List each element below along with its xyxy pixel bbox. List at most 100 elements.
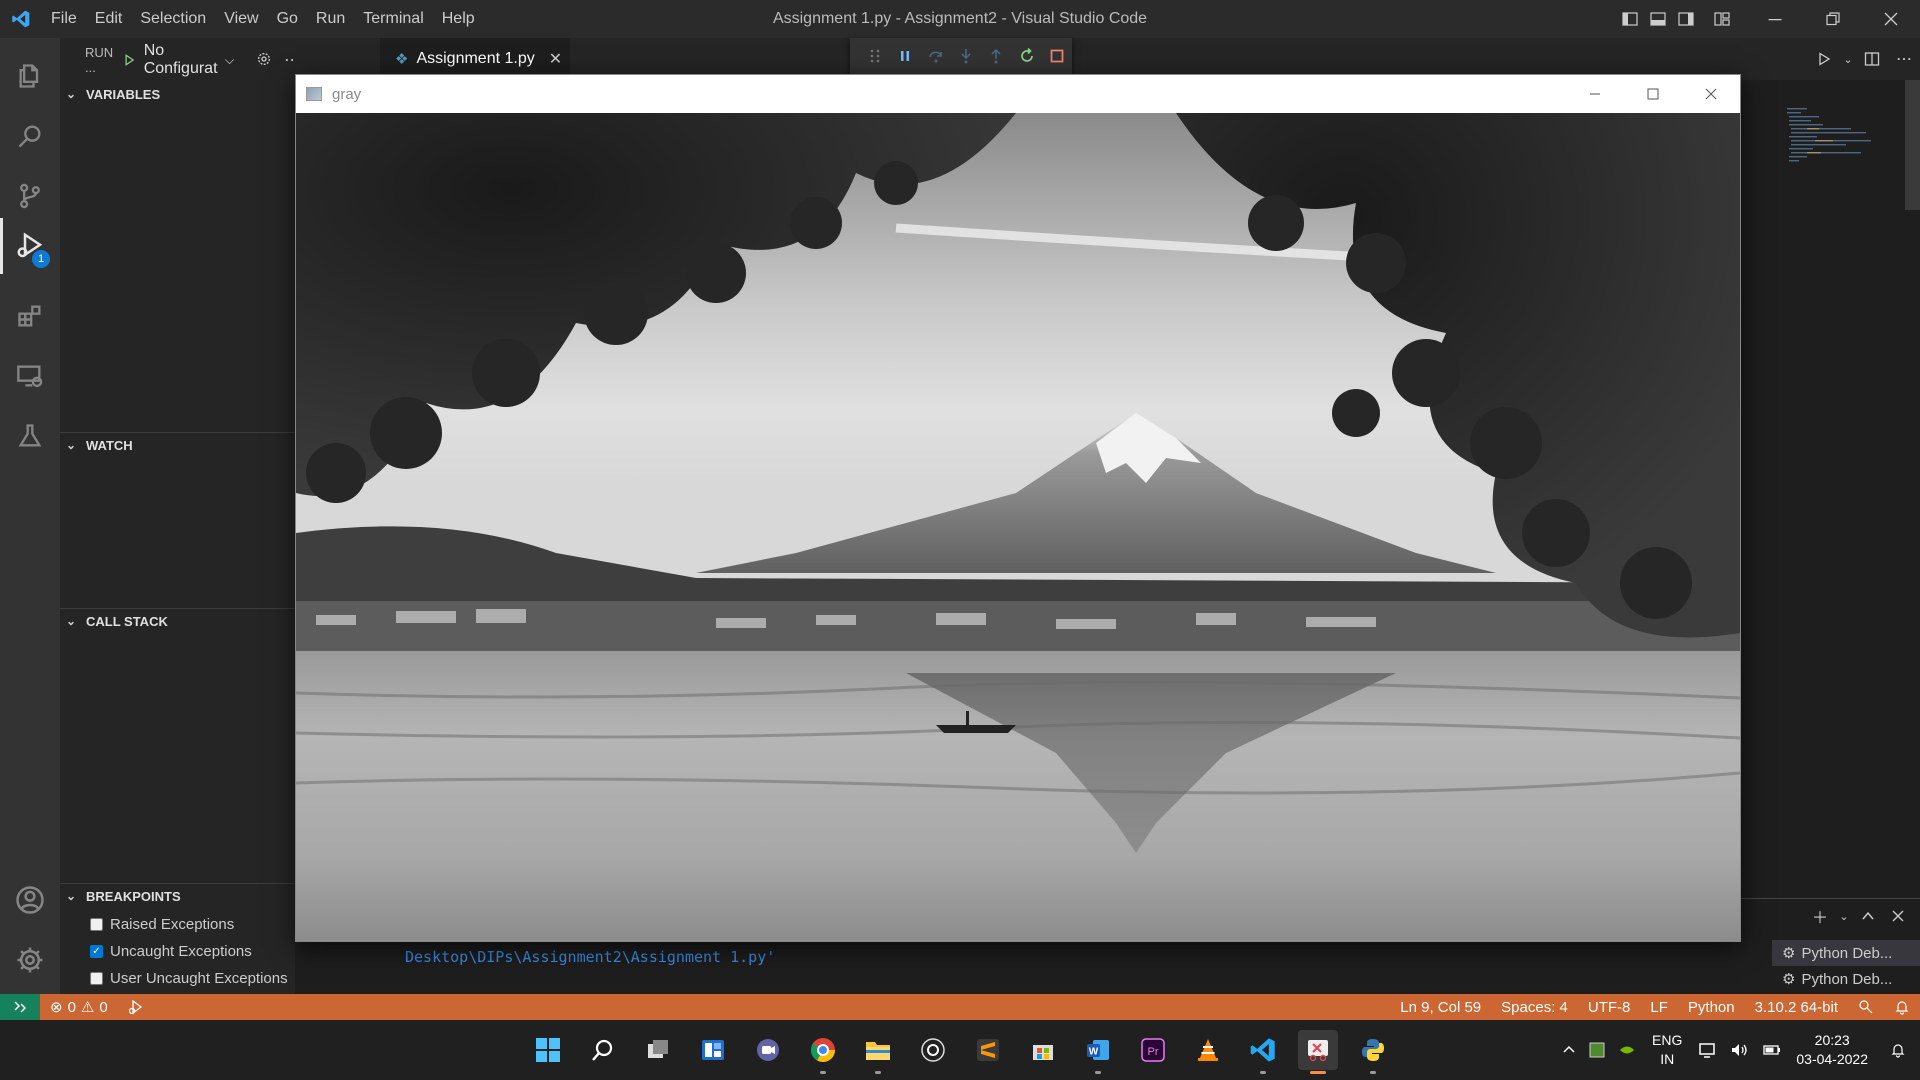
checkbox-checked[interactable]: ✓: [90, 944, 103, 958]
maximize-button[interactable]: [1624, 75, 1682, 113]
accounts-icon[interactable]: [0, 870, 60, 930]
snipping-tool-icon[interactable]: [1298, 1030, 1338, 1074]
vscode-icon[interactable]: [1243, 1030, 1283, 1074]
debug-status-icon[interactable]: [118, 999, 154, 1015]
breakpoint-uncaught-exceptions[interactable]: ✓ Uncaught Exceptions: [90, 939, 252, 963]
sublime-text-icon[interactable]: [968, 1030, 1008, 1070]
menu-selection[interactable]: Selection: [131, 0, 215, 38]
network-icon[interactable]: [1692, 1041, 1724, 1059]
remote-indicator-icon[interactable]: [0, 994, 40, 1020]
obs-icon[interactable]: [913, 1030, 953, 1070]
minimize-button[interactable]: ─: [1746, 0, 1804, 38]
python-icon[interactable]: [1353, 1030, 1393, 1074]
task-view-icon[interactable]: [638, 1030, 678, 1070]
clock[interactable]: 20:23 03-04-2022: [1788, 1031, 1884, 1069]
language-mode[interactable]: Python: [1678, 999, 1745, 1016]
testing-icon[interactable]: [0, 406, 60, 466]
battery-icon[interactable]: [1756, 1041, 1788, 1059]
terminal-tab[interactable]: ⚙ Python Deb...: [1772, 966, 1920, 992]
maximize-panel-icon[interactable]: [1856, 904, 1880, 928]
terminal-list: ⚙ Python Deb... ⚙ Python Deb...: [1772, 940, 1920, 992]
call-stack-section-header[interactable]: ⌄ CALL STACK: [60, 609, 295, 633]
remote-explorer-icon[interactable]: [0, 346, 60, 406]
notification-center-icon[interactable]: [1884, 1042, 1920, 1058]
watch-section-header[interactable]: ⌄ WATCH: [60, 433, 295, 457]
close-button[interactable]: [1862, 0, 1920, 38]
step-over-icon[interactable]: [921, 38, 951, 74]
run-debug-icon[interactable]: [0, 216, 60, 276]
explorer-icon[interactable]: [0, 46, 60, 106]
chevron-down-icon[interactable]: ⌄: [1838, 904, 1850, 928]
start-debugging-icon[interactable]: [123, 52, 136, 68]
teams-chat-icon[interactable]: [748, 1030, 788, 1070]
search-icon[interactable]: [583, 1030, 623, 1070]
input-language-indicator[interactable]: ENG IN: [1642, 1031, 1692, 1069]
widgets-icon[interactable]: [693, 1030, 733, 1070]
chevron-down-icon[interactable]: ⌄: [1840, 38, 1856, 80]
terminal-tab[interactable]: ⚙ Python Deb...: [1772, 940, 1920, 966]
configuration-select[interactable]: No Configurat ⌵: [123, 42, 234, 78]
menu-help[interactable]: Help: [433, 0, 484, 38]
breakpoints-section-header[interactable]: ⌄ BREAKPOINTS: [60, 884, 295, 908]
breakpoint-raised-exceptions[interactable]: Raised Exceptions: [90, 912, 234, 936]
pause-icon[interactable]: [890, 38, 920, 74]
close-tab-icon[interactable]: ✕: [549, 49, 562, 69]
manage-gear-icon[interactable]: [0, 930, 60, 990]
customize-layout-icon[interactable]: [1708, 0, 1736, 38]
minimize-button[interactable]: [1566, 75, 1624, 113]
problems-indicator[interactable]: ⊗ 0 ⚠ 0: [40, 998, 118, 1017]
windows-start-icon[interactable]: [528, 1030, 568, 1070]
step-into-icon[interactable]: [951, 38, 981, 74]
feedback-icon[interactable]: [1848, 999, 1884, 1015]
notifications-bell-icon[interactable]: [1884, 999, 1920, 1015]
premiere-pro-icon[interactable]: Pr: [1133, 1030, 1173, 1070]
minimap-slider[interactable]: [1905, 80, 1920, 210]
variables-section-header[interactable]: ⌄ VARIABLES: [60, 82, 295, 106]
cursor-position[interactable]: Ln 9, Col 59: [1390, 999, 1491, 1016]
word-icon[interactable]: W: [1078, 1030, 1118, 1074]
menu-edit[interactable]: Edit: [86, 0, 132, 38]
chrome-icon[interactable]: [803, 1030, 843, 1074]
indentation[interactable]: Spaces: 4: [1491, 999, 1578, 1016]
search-icon[interactable]: [0, 106, 60, 166]
debug-settings-gear-icon[interactable]: [256, 51, 272, 70]
breakpoint-user-uncaught-exceptions[interactable]: User Uncaught Exceptions: [90, 966, 288, 990]
close-button[interactable]: [1682, 75, 1740, 113]
nvidia-icon[interactable]: [1612, 1041, 1642, 1059]
volume-icon[interactable]: [1724, 1041, 1756, 1059]
show-hidden-icons-chevron-icon[interactable]: [1556, 1043, 1582, 1057]
menu-terminal[interactable]: Terminal: [354, 0, 432, 38]
menu-go[interactable]: Go: [268, 0, 307, 38]
split-editor-icon[interactable]: [1856, 38, 1888, 80]
vlc-icon[interactable]: [1188, 1030, 1228, 1070]
image-window-titlebar[interactable]: gray: [296, 75, 1740, 113]
checkbox[interactable]: [90, 917, 103, 931]
close-panel-icon[interactable]: [1886, 904, 1910, 928]
extensions-icon[interactable]: [0, 286, 60, 346]
running-indicator: [820, 1071, 826, 1074]
step-out-icon[interactable]: [981, 38, 1011, 74]
menu-run[interactable]: Run: [307, 0, 354, 38]
more-actions-icon[interactable]: ⋯: [1888, 38, 1920, 80]
end-of-line[interactable]: LF: [1640, 999, 1678, 1016]
gpu-tray-icon[interactable]: [1582, 1041, 1612, 1059]
encoding[interactable]: UTF-8: [1578, 999, 1641, 1016]
python-interpreter[interactable]: 3.10.2 64-bit: [1745, 999, 1848, 1016]
stop-icon[interactable]: [1042, 38, 1072, 74]
new-terminal-icon[interactable]: ＋: [1808, 904, 1832, 928]
minimap[interactable]: [1785, 106, 1905, 176]
layout-sidebar-right-icon[interactable]: [1672, 0, 1700, 38]
drag-handle-icon[interactable]: [860, 38, 890, 74]
microsoft-store-icon[interactable]: [1023, 1030, 1063, 1070]
menu-view[interactable]: View: [215, 0, 267, 38]
menu-file[interactable]: File: [42, 0, 86, 38]
run-python-file-icon[interactable]: [1808, 38, 1840, 80]
layout-panel-icon[interactable]: [1644, 0, 1672, 38]
checkbox[interactable]: [90, 971, 103, 985]
restore-button[interactable]: [1804, 0, 1862, 38]
running-indicator: [1260, 1071, 1266, 1074]
restart-icon[interactable]: [1011, 38, 1041, 74]
image-window[interactable]: gray: [295, 74, 1741, 942]
layout-sidebar-icon[interactable]: [1616, 0, 1644, 38]
file-explorer-icon[interactable]: [858, 1030, 898, 1074]
